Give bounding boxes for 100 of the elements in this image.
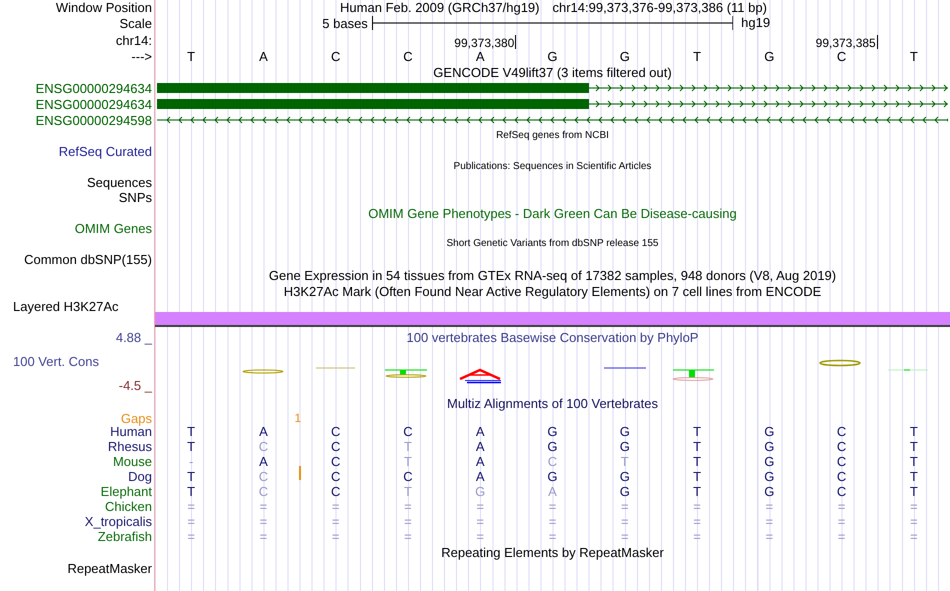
aligned-base: T (693, 484, 702, 499)
aligned-base: C (330, 438, 340, 454)
aligned-base: = (766, 528, 774, 544)
track-label[interactable]: Sequences (86, 176, 152, 189)
position-text: chr14:99,373,376-99,373,386 (11 bp) (552, 1, 767, 14)
sequence-base: C (403, 48, 413, 64)
aligned-base: = (404, 514, 412, 529)
aligned-base: A (548, 484, 557, 499)
track-label[interactable]: Common dbSNP(155) (24, 253, 152, 266)
aligned-base: = (187, 498, 195, 514)
aligned-base: = (476, 498, 484, 514)
aligned-base: C (836, 438, 846, 454)
track-label[interactable]: Layered H3K27Ac (13, 300, 119, 313)
aligned-base: T (910, 468, 918, 484)
gene-name[interactable]: ENSG00000294634 (36, 82, 152, 94)
gene-name[interactable]: ENSG00000294634 (36, 98, 152, 110)
sequence-base: G (547, 48, 558, 64)
aligned-base: T (620, 454, 629, 469)
track-title: GENCODE V49lift37 (3 items filtered out) (433, 66, 672, 78)
aligned-base: = (766, 514, 774, 529)
aligned-base: = (693, 528, 701, 544)
species-name[interactable]: Human (110, 425, 152, 438)
aligned-base: = (332, 528, 340, 544)
aligned-base: T (910, 438, 918, 454)
aligned-base: A (476, 424, 485, 439)
aligned-base: G (764, 468, 774, 484)
aligned-base: = (766, 498, 774, 514)
track-label[interactable]: RefSeq Curated (58, 145, 152, 158)
species-name[interactable]: X_tropicalis (84, 515, 152, 528)
aligned-base: G (620, 438, 630, 454)
aligned-base: = (910, 498, 918, 514)
aligned-base: = (476, 514, 484, 529)
aligned-base: A (476, 438, 485, 454)
aligned-base: = (620, 528, 629, 544)
species-name[interactable]: Chicken (105, 500, 152, 513)
aligned-base: A (259, 454, 268, 469)
aligned-base: C (330, 454, 340, 469)
aligned-base: = (187, 514, 195, 529)
aligned-base: T (187, 484, 196, 499)
aligned-base: T (693, 424, 702, 439)
aligned-base: = (187, 528, 195, 544)
track-label[interactable]: OMIM Genes (74, 222, 152, 235)
aligned-base: = (838, 528, 846, 544)
aligned-base: G (764, 424, 774, 439)
aligned-base: T (910, 454, 918, 469)
aligned-base: = (910, 514, 918, 529)
row-label: chr14: (116, 34, 152, 46)
row-label: Scale (119, 16, 152, 30)
aligned-base: = (548, 514, 556, 529)
gene-name[interactable]: ENSG00000294598 (36, 114, 152, 126)
sequence-base: T (187, 48, 196, 64)
species-name[interactable]: Zebrafish (98, 530, 152, 543)
aligned-base: T (187, 438, 196, 454)
aligned-base: T (693, 454, 702, 469)
aligned-base: T (910, 424, 918, 439)
aligned-base: = (404, 498, 412, 514)
track-title: 100 vertebrates Basewise Conservation by PhyloP (406, 330, 698, 344)
aligned-base: T (404, 484, 412, 499)
aligned-base: G (764, 438, 774, 454)
aligned-base: G (547, 438, 558, 454)
assembly-title: Human Feb. 2009 (GRCh37/hg19) (340, 1, 540, 14)
sequence-base: T (693, 48, 702, 64)
aligned-base: G (620, 484, 630, 499)
aligned-base: = (620, 498, 629, 514)
aligned-base: G (475, 484, 486, 499)
aligned-base: = (332, 498, 340, 514)
ruler-tick (876, 35, 878, 49)
ruler-coordinate: 99,373,385 (816, 37, 876, 49)
sequence-base: C (836, 48, 846, 64)
species-name[interactable]: Dog (128, 470, 152, 483)
aligned-base: T (693, 438, 702, 454)
species-name[interactable]: Rhesus (108, 440, 152, 453)
aligned-base: - (188, 454, 194, 469)
aligned-base: = (332, 514, 340, 529)
aligned-base: C (548, 454, 558, 469)
scale-length: 5 bases (322, 16, 368, 30)
ruler-tick (515, 35, 516, 49)
aligned-base: = (620, 514, 629, 529)
aligned-base: = (404, 528, 412, 544)
sequence-base: A (476, 48, 485, 64)
aligned-base: = (476, 528, 484, 544)
track-label[interactable]: 100 Vert. Cons (13, 354, 99, 368)
sequence-base: C (330, 48, 340, 64)
aligned-base: C (403, 468, 413, 484)
row-label: Window Position (56, 1, 152, 14)
aligned-base: = (260, 498, 268, 514)
aligned-base: = (693, 514, 701, 529)
aligned-base: T (187, 468, 196, 484)
axis-min: -4.5 _ (118, 379, 152, 392)
species-name[interactable]: Mouse (112, 455, 152, 468)
aligned-base: C (330, 468, 340, 484)
aligned-base: C (836, 468, 846, 484)
track-label[interactable]: RepeatMasker (67, 562, 152, 575)
species-name[interactable]: Elephant (100, 485, 152, 498)
aligned-base: = (260, 528, 268, 544)
sequence-base: G (620, 48, 630, 64)
aligned-base: = (838, 498, 846, 514)
aligned-base: C (330, 484, 340, 499)
aligned-base: G (620, 468, 630, 484)
track-label[interactable]: SNPs (118, 191, 152, 204)
